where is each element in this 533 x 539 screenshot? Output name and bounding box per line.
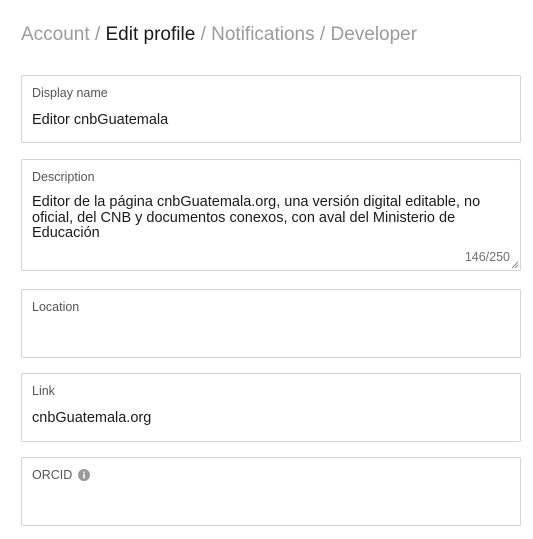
link-input[interactable]: cnbGuatemala.org: [32, 410, 510, 427]
description-field[interactable]: Description Editor de la página cnbGuate…: [21, 159, 521, 271]
link-field[interactable]: Link cnbGuatemala.org: [21, 373, 521, 442]
breadcrumb-edit-profile: Edit profile: [105, 24, 196, 45]
display-name-field[interactable]: Display name Editor cnbGuatemala: [21, 75, 521, 143]
breadcrumb-separator: /: [94, 24, 101, 45]
display-name-label: Display name: [32, 86, 108, 100]
link-label: Link: [32, 384, 55, 398]
breadcrumb-separator: /: [319, 24, 326, 45]
breadcrumb: Account / Edit profile / Notifications /…: [21, 22, 417, 48]
description-label: Description: [32, 170, 95, 184]
description-char-counter: 146/250: [464, 250, 510, 264]
info-icon[interactable]: [78, 469, 91, 481]
breadcrumb-developer[interactable]: Developer: [330, 24, 417, 45]
breadcrumb-separator: /: [200, 24, 206, 45]
location-label: Location: [32, 300, 80, 314]
orcid-input[interactable]: [32, 494, 510, 511]
orcid-label: ORCID: [32, 468, 73, 482]
orcid-field[interactable]: ORCID: [21, 457, 521, 526]
breadcrumb-notifications[interactable]: Notifications: [211, 24, 315, 45]
breadcrumb-account[interactable]: Account: [21, 24, 90, 45]
display-name-input[interactable]: Editor cnbGuatemala: [32, 112, 510, 129]
description-textarea[interactable]: Editor de la página cnbGuatemala.org, un…: [32, 194, 510, 242]
orcid-label-wrap: ORCID: [32, 467, 91, 483]
location-field[interactable]: Location: [21, 289, 521, 358]
resize-handle-icon[interactable]: [510, 260, 519, 269]
location-input[interactable]: [32, 326, 510, 343]
